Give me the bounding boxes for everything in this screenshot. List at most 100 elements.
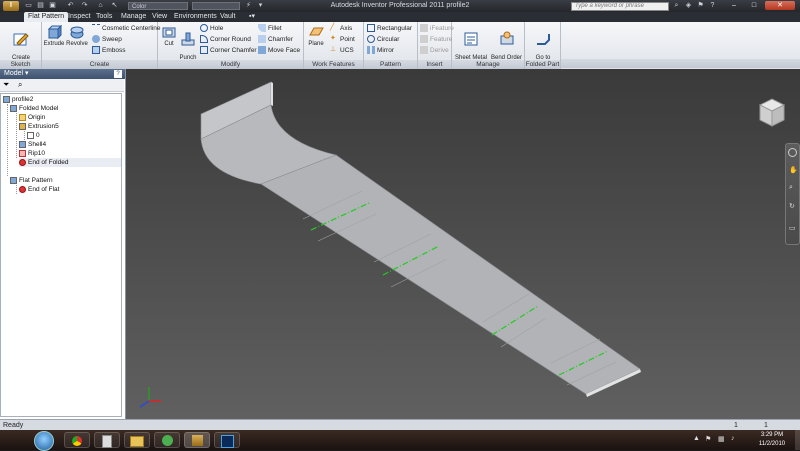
subscription-icon[interactable]: ◈ <box>684 2 693 10</box>
select-icon[interactable]: ↖ <box>110 2 119 10</box>
ifeature-button[interactable]: iFeature <box>420 24 454 34</box>
browser-title[interactable]: Model ▾ <box>4 70 29 77</box>
tab-inspect[interactable]: Inspect <box>64 12 95 22</box>
sweep-button[interactable]: Sweep <box>92 35 122 45</box>
plane-button[interactable]: Plane <box>305 24 327 48</box>
taskbar-app-button[interactable] <box>154 432 180 448</box>
end-of-part-icon <box>19 158 26 166</box>
coordinate-triad <box>139 387 161 408</box>
tab-flat-pattern[interactable]: Flat Pattern <box>24 12 69 22</box>
tray-flag-icon[interactable]: ⚑ <box>705 435 711 443</box>
folded-part-panel-title: Folded Part <box>525 60 560 69</box>
style-dropdown[interactable] <box>192 2 240 10</box>
browser-help-button[interactable]: ? <box>114 70 122 78</box>
tree-node-flat-pattern[interactable]: Flat Pattern <box>10 176 53 185</box>
filter-icon[interactable]: ⏷ <box>3 80 9 90</box>
tree-node-end-of-flat[interactable]: End of Flat <box>19 185 59 194</box>
update-icon[interactable]: ⚡ <box>244 2 253 10</box>
redo-icon[interactable]: ↷ <box>80 2 89 10</box>
extrude-button[interactable]: Extrude <box>43 24 65 48</box>
taskbar-explorer-button[interactable] <box>124 432 150 448</box>
start-button[interactable] <box>34 431 54 451</box>
plane-icon <box>309 27 324 36</box>
tree-node-label: End of Folded <box>28 159 69 166</box>
tab-vault[interactable]: Vault <box>216 12 239 22</box>
tree-node-label: Rip10 <box>28 150 45 157</box>
graphics-viewport[interactable]: ✋ ⌕ ↻ ▭ <box>126 69 800 419</box>
feature-button[interactable]: Feature <box>420 35 452 45</box>
steering-wheel-icon[interactable] <box>788 148 797 157</box>
tree-node-sketch-0[interactable]: 0 <box>27 131 40 140</box>
taskbar-inventor-button[interactable] <box>184 432 210 448</box>
undo-icon[interactable]: ↶ <box>66 2 75 10</box>
tab-environments[interactable]: Environments <box>170 12 221 22</box>
axis-button[interactable]: ╱ Axis <box>330 24 352 34</box>
fillet-button[interactable]: Fillet <box>258 24 282 34</box>
point-button[interactable]: ✦ Point <box>330 35 355 45</box>
corner-round-button[interactable]: Corner Round <box>200 35 251 45</box>
communication-center-icon[interactable]: ⚑ <box>696 2 705 10</box>
revolve-icon <box>70 26 84 39</box>
taskbar-chrome-button[interactable] <box>64 432 90 448</box>
ucs-button[interactable]: ⊥ UCS <box>330 46 354 56</box>
maximize-button[interactable]: □ <box>745 1 763 10</box>
tab-manage[interactable]: Manage <box>117 12 150 22</box>
help-icon[interactable]: ? <box>708 2 717 10</box>
feature-label: Feature <box>430 36 453 43</box>
tree-node-extrusion5[interactable]: Extrusion5 <box>19 122 59 131</box>
mirror-button[interactable]: Mirror <box>367 46 394 56</box>
ucs-label: UCS <box>340 47 354 54</box>
model-browser: Model ▾ ? ⏷ ⌕ profile2 Folded Model Orig… <box>0 69 126 419</box>
search-icon[interactable]: ⌕ <box>672 2 681 10</box>
point-label: Point <box>340 36 355 43</box>
qat-customize-icon[interactable]: ▾ <box>256 2 265 10</box>
application-menu-button[interactable]: I <box>3 1 19 11</box>
show-desktop-button[interactable] <box>795 430 800 450</box>
tray-arrow-icon[interactable]: ▲ <box>693 435 700 442</box>
minimize-button[interactable]: – <box>725 1 743 10</box>
tab-tools[interactable]: Tools <box>92 12 116 22</box>
tray-network-icon[interactable]: ▦ <box>718 435 725 443</box>
tree-node-origin[interactable]: Origin <box>19 113 45 122</box>
cut-button[interactable]: Cut <box>160 24 178 48</box>
sweep-icon <box>92 35 100 44</box>
taskbar-clock[interactable]: 3:29 PM 11/2/2010 <box>752 431 792 449</box>
search-input[interactable]: Type a keyword or phrase <box>571 2 669 11</box>
tree-node-profile2[interactable]: profile2 <box>3 95 33 104</box>
tray-volume-icon[interactable]: ♪ <box>731 435 735 442</box>
taskbar-photoshop-button[interactable] <box>214 432 240 448</box>
home-icon[interactable]: ⌂ <box>96 2 105 10</box>
sheet-metal-model[interactable] <box>126 69 800 419</box>
orbit-icon[interactable]: ↻ <box>789 202 795 210</box>
flat-strip-face <box>260 154 641 395</box>
new-icon[interactable]: ▭ <box>24 2 33 10</box>
look-at-icon[interactable]: ▭ <box>789 224 796 232</box>
hole-button[interactable]: Hole <box>200 24 223 34</box>
find-icon[interactable]: ⌕ <box>18 80 22 90</box>
tab-view[interactable]: View <box>148 12 171 22</box>
revolve-button[interactable]: Revolve <box>65 24 89 48</box>
circular-pattern-button[interactable]: Circular <box>367 35 399 45</box>
taskbar-document-button[interactable] <box>94 432 120 448</box>
corner-chamfer-button[interactable]: Corner Chamfer <box>200 46 257 56</box>
rectangular-pattern-button[interactable]: Rectangular <box>367 24 412 34</box>
derive-button[interactable]: Derive <box>420 46 449 56</box>
pan-icon[interactable]: ✋ <box>789 166 798 174</box>
chamfer-button[interactable]: Chamfer <box>258 35 293 45</box>
cosmetic-centerline-button[interactable]: Cosmetic Centerline <box>92 24 161 34</box>
document-icon <box>102 435 112 448</box>
save-icon[interactable]: ▣ <box>48 2 57 10</box>
close-button[interactable]: ✕ <box>765 1 795 10</box>
zoom-icon[interactable]: ⌕ <box>789 184 793 192</box>
tree-node-shell4[interactable]: Shell4 <box>19 140 46 149</box>
tree-node-folded-model[interactable]: Folded Model <box>10 104 58 113</box>
tree-node-end-of-folded[interactable]: End of Folded <box>19 158 121 167</box>
move-face-button[interactable]: Move Face <box>258 46 300 56</box>
ribbon-options-icon[interactable]: ▪▾ <box>245 12 259 22</box>
viewcube[interactable] <box>752 93 792 133</box>
color-dropdown[interactable]: Color <box>128 2 188 10</box>
tree-node-rip10[interactable]: Rip10 <box>19 149 45 158</box>
open-icon[interactable]: ▤ <box>36 2 45 10</box>
title-bar: I ▭ ▤ ▣ ↶ ↷ ⌂ ↖ Color ⚡ ▾ Autodesk Inven… <box>0 0 800 12</box>
emboss-button[interactable]: Emboss <box>92 46 125 56</box>
